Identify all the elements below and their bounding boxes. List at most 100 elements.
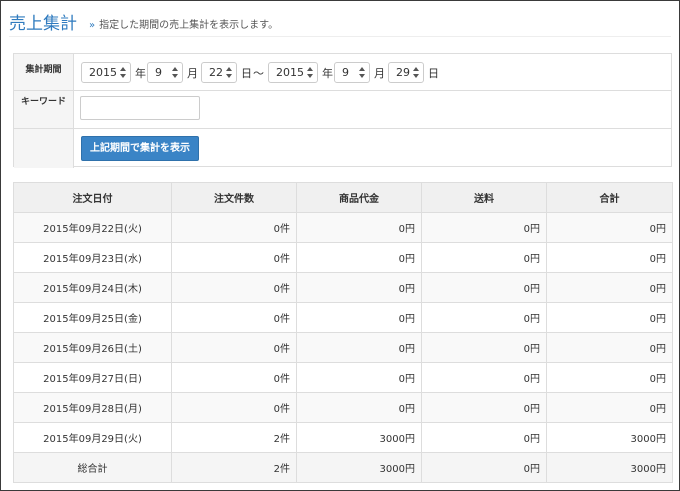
to-year-value: 2015 [276,66,304,79]
cell-count: 0件 [171,302,297,333]
table-row: 2015年09月24日(木) 0件 0円 0円 0円 [13,272,673,303]
period-row: 集計期間 2015 年 9 月 22 日 〜 2015 年 9 月 29 日 [14,54,671,91]
submit-row: 上記期間で集計を表示 [14,129,671,168]
double-chevron-icon: » [89,20,96,31]
cell-count: 2件 [171,422,297,453]
cell-total: 0円 [546,302,673,333]
total-shipping: 0円 [421,452,547,483]
app-frame: 売上集計 » 指定した期間の売上集計を表示します。 集計期間 2015 年 9 月 [0,0,680,491]
from-day-value: 22 [209,66,223,79]
range-separator: 〜 [253,67,264,80]
period-label-cell: 集計期間 [14,54,74,90]
select-arrows-icon [120,66,126,79]
cell-shipping: 0円 [421,362,547,393]
cell-product: 0円 [296,392,422,423]
table-row: 2015年09月25日(金) 0件 0円 0円 0円 [13,302,673,333]
from-month-value: 9 [155,66,162,79]
table-header-row: 注文日付 注文件数 商品代金 送料 合計 [13,182,673,213]
keyword-label: キーワード [20,97,66,107]
table-row: 2015年09月29日(火) 2件 3000円 0円 3000円 [13,422,673,453]
cell-product: 0円 [296,242,422,273]
page-subtitle: » 指定した期間の売上集計を表示します。 [89,16,278,31]
cell-total: 0円 [546,212,673,243]
subtitle-text: 指定した期間の売上集計を表示します。 [99,20,279,31]
to-month-value: 9 [342,66,349,79]
total-row: 総合計 2件 3000円 0円 3000円 [13,452,673,483]
total-count: 2件 [171,452,297,483]
show-summary-button[interactable]: 上記期間で集計を表示 [81,136,199,161]
cell-shipping: 0円 [421,392,547,423]
to-day-unit: 日 [428,67,439,80]
page-header: 売上集計 » 指定した期間の売上集計を表示します。 [9,7,671,37]
cell-count: 0件 [171,272,297,303]
from-day-select[interactable]: 22 [201,62,237,83]
from-month-select[interactable]: 9 [147,62,183,83]
cell-total: 0円 [546,392,673,423]
cell-shipping: 0円 [421,302,547,333]
cell-shipping: 0円 [421,212,547,243]
select-arrows-icon [226,66,232,79]
col-header-shipping: 送料 [421,182,547,213]
from-year-value: 2015 [89,66,117,79]
cell-product: 0円 [296,332,422,363]
cell-date: 2015年09月28日(月) [13,392,172,423]
cell-count: 0件 [171,392,297,423]
total-product: 3000円 [296,452,422,483]
table-row: 2015年09月23日(水) 0件 0円 0円 0円 [13,242,673,273]
period-fields: 2015 年 9 月 22 日 〜 2015 年 9 月 29 日 [75,54,671,90]
cell-count: 0件 [171,242,297,273]
total-grand: 3000円 [546,452,673,483]
cell-date: 2015年09月26日(土) [13,332,172,363]
table-row: 2015年09月27日(日) 0件 0円 0円 0円 [13,362,673,393]
from-year-select[interactable]: 2015 [81,62,131,83]
total-label: 総合計 [13,452,172,483]
submit-label-cell [14,129,74,168]
table-row: 2015年09月26日(土) 0件 0円 0円 0円 [13,332,673,363]
col-header-order-count: 注文件数 [171,182,297,213]
cell-total: 0円 [546,332,673,363]
col-header-product-amount: 商品代金 [296,182,422,213]
cell-shipping: 0円 [421,332,547,363]
keyword-input[interactable] [80,96,200,120]
select-arrows-icon [413,66,419,79]
from-day-unit: 日 [241,67,252,80]
select-arrows-icon [359,66,365,79]
from-month-unit: 月 [187,67,198,80]
cell-product: 0円 [296,272,422,303]
col-header-total: 合計 [546,182,673,213]
submit-content: 上記期間で集計を表示 [75,129,671,168]
cell-date: 2015年09月23日(水) [13,242,172,273]
cell-date: 2015年09月24日(木) [13,272,172,303]
cell-count: 0件 [171,212,297,243]
sales-summary-table: 注文日付 注文件数 商品代金 送料 合計 2015年09月22日(火) 0件 0… [13,182,673,483]
table-row: 2015年09月22日(火) 0件 0円 0円 0円 [13,212,673,243]
to-month-select[interactable]: 9 [334,62,370,83]
cell-product: 0円 [296,302,422,333]
cell-count: 0件 [171,332,297,363]
page-title: 売上集計 [9,14,77,34]
cell-total: 0円 [546,242,673,273]
cell-shipping: 0円 [421,242,547,273]
keyword-label-cell: キーワード [14,91,74,128]
cell-product: 0円 [296,212,422,243]
cell-product: 0円 [296,362,422,393]
cell-shipping: 0円 [421,272,547,303]
to-month-unit: 月 [374,67,385,80]
cell-date: 2015年09月25日(金) [13,302,172,333]
to-day-value: 29 [396,66,410,79]
to-year-select[interactable]: 2015 [268,62,318,83]
period-label: 集計期間 [25,65,62,75]
cell-date: 2015年09月22日(火) [13,212,172,243]
cell-count: 0件 [171,362,297,393]
cell-shipping: 0円 [421,422,547,453]
col-header-order-date: 注文日付 [13,182,172,213]
table-row: 2015年09月28日(月) 0件 0円 0円 0円 [13,392,673,423]
from-year-unit: 年 [135,67,146,80]
cell-product: 3000円 [296,422,422,453]
cell-date: 2015年09月29日(火) [13,422,172,453]
to-day-select[interactable]: 29 [388,62,424,83]
cell-total: 0円 [546,272,673,303]
cell-total: 3000円 [546,422,673,453]
cell-date: 2015年09月27日(日) [13,362,172,393]
select-arrows-icon [172,66,178,79]
